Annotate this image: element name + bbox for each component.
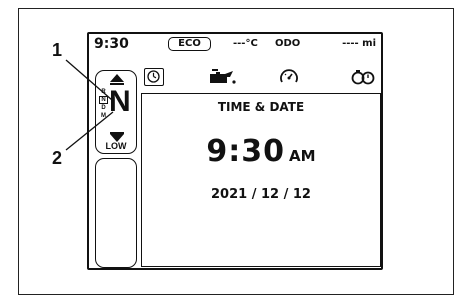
stopwatch-icon [351,70,375,85]
time-value: 9:30 [206,134,286,169]
gear-position-list: R N D M [99,88,108,120]
oil-can-icon [210,69,236,84]
tab-oil-maintenance[interactable] [207,68,237,86]
current-gear: N [109,85,131,118]
clock-icon [147,70,160,83]
panel-title: TIME & DATE [217,100,305,114]
tab-trip-timer[interactable] [351,68,377,86]
eco-indicator: ECO [168,37,211,51]
time-display: 9:30 AM [142,134,380,169]
tab-tire-gauge[interactable] [279,68,299,86]
gauge-icon [280,69,298,83]
date-display: 2021 / 12 / 12 [211,187,311,202]
tab-clock[interactable] [144,68,164,86]
status-clock: 9:30 [94,36,129,52]
status-bar: 9:30 ECO ---°C ODO ---- mi [89,34,381,56]
shift-up-arrow-icon [110,74,124,82]
auxiliary-indicator-box [95,158,137,268]
ampm-indicator: AM [289,147,316,165]
instrument-display: 9:30 ECO ---°C ODO ---- mi R N D M N LOW [87,32,383,270]
temperature-readout: ---°C [233,38,258,49]
odometer-value: ---- mi [342,38,376,49]
odometer-label: ODO [275,38,301,49]
gear-position-r: R [101,89,106,95]
time-date-panel: TIME & DATE 9:30 AM 2021 / 12 / 12 [141,93,381,267]
gear-mode-label: LOW [105,141,127,151]
gear-position-n: N [99,96,108,104]
gear-position-d: D [101,105,106,111]
gear-position-m: M [101,113,106,119]
gear-indicator: R N D M N LOW [95,70,137,154]
